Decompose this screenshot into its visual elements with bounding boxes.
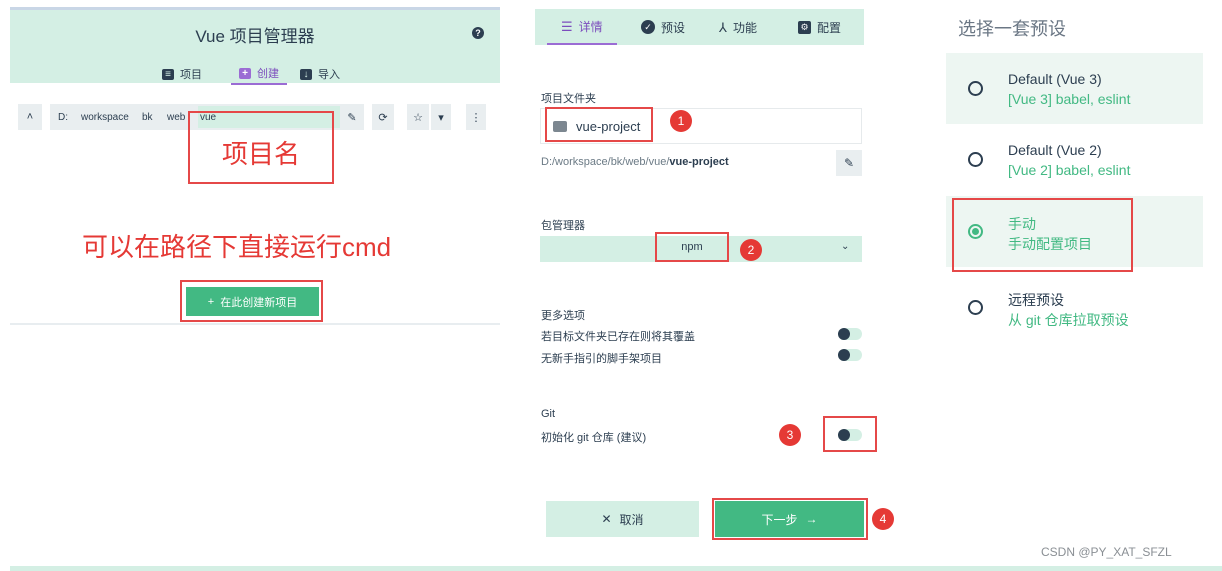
create-steps-tabs: ☰ 详情 ✓ 预设 ⅄ 功能 ⚙ 配置 bbox=[535, 9, 864, 45]
arrow-right-icon: → bbox=[805, 512, 818, 526]
pencil-icon: ✎ bbox=[843, 156, 855, 170]
git-section-label: Git bbox=[541, 408, 556, 420]
list-icon: ≡ bbox=[162, 68, 174, 80]
chevron-down-icon: ⌄ bbox=[841, 241, 850, 252]
path-prefix: D:/workspace/bk/web/vue/ bbox=[541, 156, 670, 168]
overwrite-option-label: 若目标文件夹已存在则将其覆盖 bbox=[541, 331, 695, 343]
bottom-divider bbox=[10, 566, 1222, 571]
preset-description: 从 git 仓库拉取预设 bbox=[1008, 312, 1129, 328]
tab-presets-label: 预设 bbox=[661, 20, 686, 35]
step-badge-2: 2 bbox=[740, 239, 762, 261]
edit-folder-button[interactable]: ✎ bbox=[836, 150, 862, 176]
breadcrumb-bk[interactable]: bk bbox=[142, 104, 153, 130]
step-badge-1: 1 bbox=[670, 110, 692, 132]
tab-details-label: 详情 bbox=[578, 19, 603, 34]
radio-button[interactable] bbox=[968, 300, 983, 315]
pencil-icon: ✎ bbox=[347, 111, 357, 124]
config-icon: ⚙ bbox=[798, 20, 811, 34]
preset-name: Default (Vue 3) bbox=[1008, 71, 1102, 87]
tab-import[interactable]: ↓ 导入 bbox=[300, 63, 340, 85]
edit-path-button[interactable]: ✎ bbox=[340, 104, 364, 130]
preset-description: [Vue 2] babel, eslint bbox=[1008, 162, 1131, 178]
preset-heading: 选择一套预设 bbox=[958, 19, 1066, 39]
package-manager-annotation-box bbox=[655, 232, 729, 262]
check-circle-icon: ✓ bbox=[641, 20, 655, 34]
tab-presets[interactable]: ✓ 预设 bbox=[641, 9, 685, 45]
fork-icon: ⅄ bbox=[719, 19, 727, 35]
radio-button[interactable] bbox=[968, 81, 983, 96]
tab-config-label: 配置 bbox=[817, 20, 842, 35]
cmd-annotation: 可以在路径下直接运行cmd bbox=[82, 232, 392, 262]
import-icon: ↓ bbox=[300, 68, 312, 80]
plus-icon: + bbox=[207, 295, 215, 308]
project-manager-header: Vue 项目管理器 ? ≡ 项目 + 创建 ↓ 导入 bbox=[10, 7, 500, 85]
tab-projects-label: 项目 bbox=[180, 69, 202, 81]
tab-features[interactable]: ⅄ 功能 bbox=[719, 9, 757, 45]
preset-description: [Vue 3] babel, eslint bbox=[1008, 91, 1131, 107]
chevron-up-icon: ˄ bbox=[26, 111, 34, 123]
create-project-here-button[interactable]: + 在此创建新项目 bbox=[186, 287, 319, 316]
no-guide-option-label: 无新手指引的脚手架项目 bbox=[541, 353, 662, 365]
details-icon: ☰ bbox=[561, 18, 573, 34]
folder-annotation-box bbox=[545, 107, 653, 142]
no-guide-toggle[interactable] bbox=[838, 349, 862, 361]
tab-config[interactable]: ⚙ 配置 bbox=[798, 9, 841, 45]
tab-create-label: 创建 bbox=[257, 68, 279, 80]
preset-default-vue2[interactable]: Default (Vue 2) [Vue 2] babel, eslint bbox=[946, 124, 1203, 195]
next-label: 下一步 bbox=[761, 512, 798, 527]
cancel-label: 取消 bbox=[619, 512, 644, 527]
star-icon: ☆ bbox=[413, 111, 423, 124]
manual-preset-annotation-box bbox=[952, 198, 1133, 272]
more-menu-button[interactable]: ⋮ bbox=[466, 104, 486, 130]
more-icon: ⋮ bbox=[470, 111, 482, 124]
more-options-label: 更多选项 bbox=[541, 310, 585, 322]
watermark: CSDN @PY_XAT_SFZL bbox=[1041, 545, 1172, 559]
breadcrumb-web[interactable]: web bbox=[167, 104, 185, 130]
path-name: vue-project bbox=[669, 156, 729, 168]
radio-button[interactable] bbox=[968, 152, 983, 167]
git-init-toggle[interactable] bbox=[838, 429, 862, 441]
project-name-annotation: 项目名 bbox=[221, 139, 300, 169]
cancel-button[interactable]: ✕ 取消 bbox=[546, 501, 699, 537]
tab-features-label: 功能 bbox=[732, 20, 757, 35]
step-badge-3: 3 bbox=[779, 424, 801, 446]
plus-icon: + bbox=[239, 67, 251, 79]
project-folder-label: 项目文件夹 bbox=[541, 93, 596, 105]
refresh-icon: ⟳ bbox=[378, 111, 388, 124]
preset-remote[interactable]: 远程预设 从 git 仓库拉取预设 bbox=[946, 272, 1203, 343]
help-icon[interactable]: ? bbox=[472, 27, 484, 39]
breadcrumb-workspace[interactable]: workspace bbox=[81, 104, 129, 130]
preset-name: 远程预设 bbox=[1008, 292, 1064, 308]
project-path-preview: D:/workspace/bk/web/vue/vue-project bbox=[541, 156, 729, 168]
chevron-down-icon: ▾ bbox=[438, 111, 444, 124]
overwrite-toggle[interactable] bbox=[838, 328, 862, 340]
divider bbox=[10, 323, 500, 325]
preset-name: Default (Vue 2) bbox=[1008, 142, 1102, 158]
favorite-button[interactable]: ☆ bbox=[407, 104, 429, 130]
preset-default-vue3[interactable]: Default (Vue 3) [Vue 3] babel, eslint bbox=[946, 53, 1203, 124]
package-manager-label: 包管理器 bbox=[541, 220, 585, 232]
tab-details[interactable]: ☰ 详情 bbox=[547, 9, 617, 45]
step-badge-4: 4 bbox=[872, 508, 894, 530]
breadcrumb-drive[interactable]: D: bbox=[58, 104, 68, 130]
app-title: Vue 项目管理器 bbox=[195, 27, 315, 46]
git-init-label: 初始化 git 仓库 (建议) bbox=[541, 432, 647, 444]
tab-create[interactable]: + 创建 bbox=[231, 63, 287, 85]
favorites-dropdown-button[interactable]: ▾ bbox=[431, 104, 451, 130]
create-project-here-label: 在此创建新项目 bbox=[220, 296, 298, 309]
refresh-button[interactable]: ⟳ bbox=[372, 104, 394, 130]
close-icon: ✕ bbox=[601, 512, 612, 526]
folder-up-button[interactable]: ˄ bbox=[18, 104, 42, 130]
tab-projects[interactable]: ≡ 项目 bbox=[162, 63, 202, 85]
next-step-button[interactable]: 下一步 → bbox=[715, 501, 864, 537]
tab-import-label: 导入 bbox=[318, 69, 340, 81]
